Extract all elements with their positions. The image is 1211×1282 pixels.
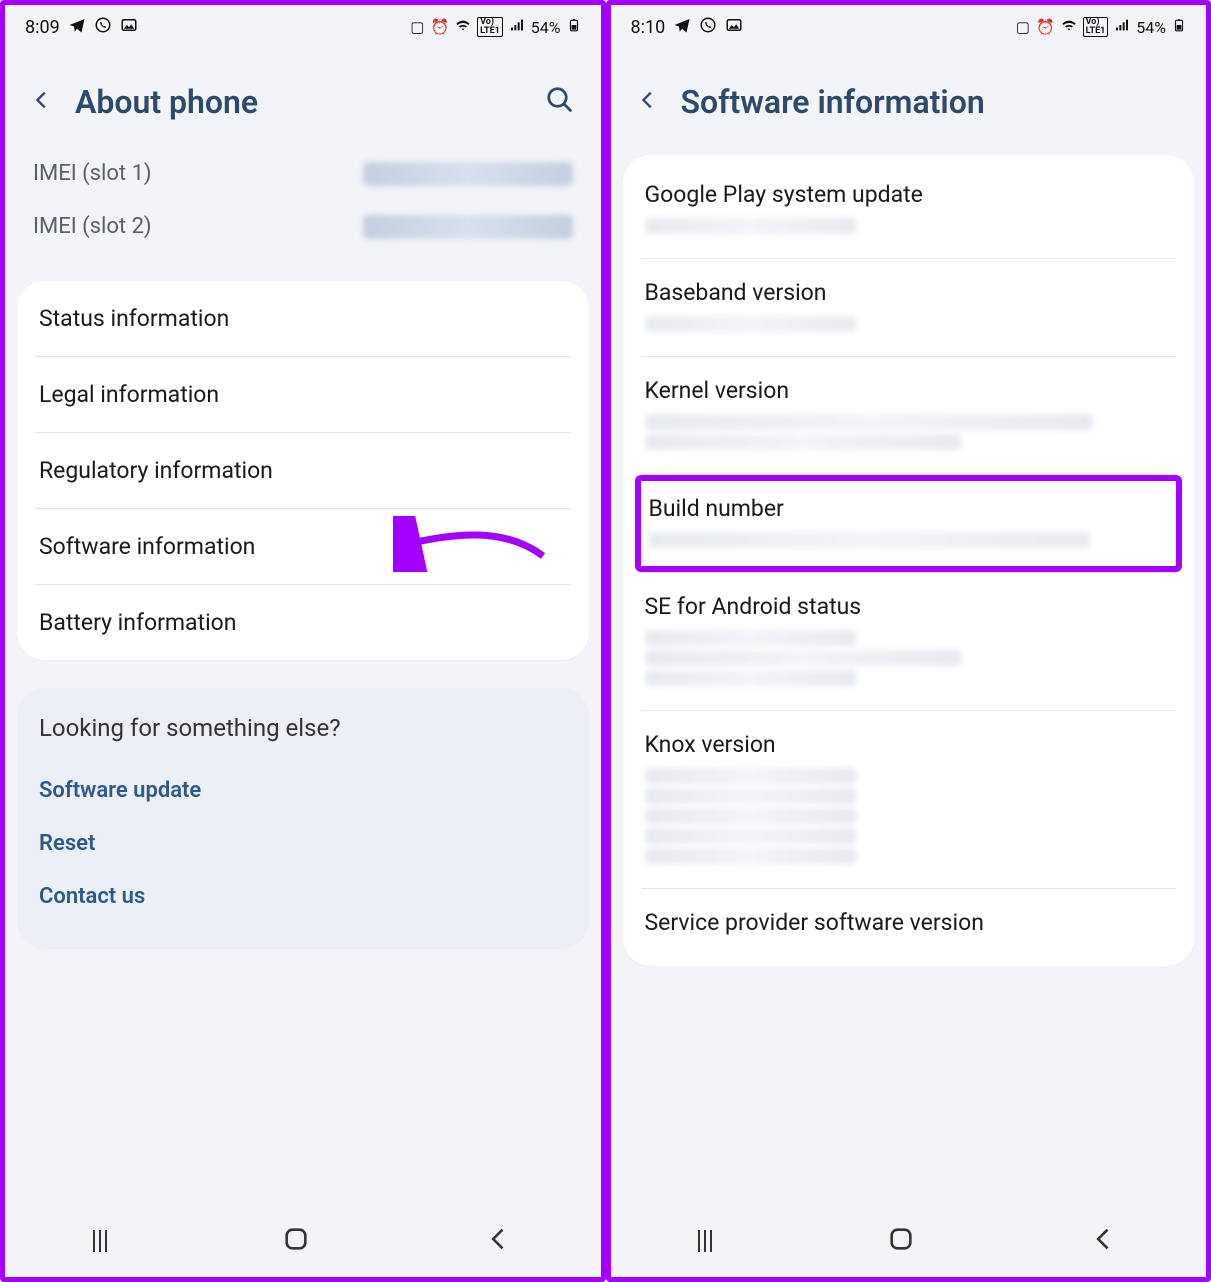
menu-label: Legal information <box>39 381 219 408</box>
looking-for-card: Looking for something else? Software upd… <box>17 688 589 949</box>
value-redacted <box>645 630 856 646</box>
wifi-icon <box>455 17 471 37</box>
header: About phone <box>5 49 601 147</box>
item-knox-version[interactable]: Knox version <box>641 711 1177 889</box>
nav-back-icon[interactable] <box>485 1225 513 1257</box>
menu-item-software-info[interactable]: Software information <box>35 509 571 585</box>
info-title: Build number <box>649 495 1169 522</box>
imei-label: IMEI (slot 1) <box>33 161 152 186</box>
whatsapp-icon <box>699 16 717 39</box>
phone-left: 8:09 ▢ ⏰ Vo)LTE1 54% <box>0 0 606 1282</box>
item-kernel-version[interactable]: Kernel version <box>641 357 1177 475</box>
info-card: Google Play system update Baseband versi… <box>623 155 1195 966</box>
nav-bar <box>611 1205 1207 1277</box>
nav-recent-icon[interactable] <box>698 1230 712 1252</box>
annotation-arrow-icon <box>393 516 553 578</box>
item-service-provider-version[interactable]: Service provider software version <box>641 889 1177 966</box>
alarm-icon: ⏰ <box>430 18 449 36</box>
nav-home-icon[interactable] <box>887 1225 915 1257</box>
value-redacted <box>645 218 856 234</box>
value-redacted <box>645 808 856 824</box>
signal-icon <box>509 17 525 37</box>
link-software-update[interactable]: Software update <box>39 764 567 817</box>
status-bar: 8:09 ▢ ⏰ Vo)LTE1 54% <box>5 5 601 49</box>
status-time: 8:10 <box>631 17 666 38</box>
volte-icon: Vo)LTE1 <box>477 17 503 37</box>
telegram-icon <box>68 16 86 39</box>
menu-label: Software information <box>39 533 255 560</box>
nav-back-icon[interactable] <box>1090 1225 1118 1257</box>
search-icon[interactable] <box>545 85 575 119</box>
link-contact-us[interactable]: Contact us <box>39 870 567 923</box>
telegram-icon <box>673 16 691 39</box>
value-redacted <box>645 650 962 666</box>
link-reset[interactable]: Reset <box>39 817 567 870</box>
value-redacted <box>645 434 962 450</box>
info-title: Knox version <box>645 731 1173 758</box>
imei-row[interactable]: IMEI (slot 2) <box>33 200 573 253</box>
battery-saver-icon: ▢ <box>1016 18 1030 36</box>
item-build-number[interactable]: Build number <box>649 495 1169 548</box>
imei-block: IMEI (slot 1) IMEI (slot 2) <box>15 147 591 273</box>
nav-home-icon[interactable] <box>282 1225 310 1257</box>
signal-icon <box>1114 17 1130 37</box>
nav-bar <box>5 1205 601 1277</box>
status-time: 8:09 <box>25 17 60 38</box>
nav-recent-icon[interactable] <box>93 1230 107 1252</box>
phone-right: 8:10 ▢ ⏰ Vo)LTE1 54% Software informatio… <box>606 0 1211 1282</box>
alarm-icon: ⏰ <box>1036 18 1055 36</box>
imei-label: IMEI (slot 2) <box>33 214 152 239</box>
status-bar: 8:10 ▢ ⏰ Vo)LTE1 54% <box>611 5 1207 49</box>
header: Software information <box>611 49 1207 147</box>
info-title: Google Play system update <box>645 181 1173 208</box>
imei-row[interactable]: IMEI (slot 1) <box>33 147 573 200</box>
value-redacted <box>645 848 856 864</box>
value-redacted <box>649 532 1091 548</box>
back-icon[interactable] <box>637 85 659 119</box>
menu-item-battery-info[interactable]: Battery information <box>35 585 571 660</box>
imei-value-redacted <box>363 162 573 186</box>
info-title: Baseband version <box>645 279 1173 306</box>
battery-percent: 54% <box>531 18 561 37</box>
imei-value-redacted <box>363 215 573 239</box>
volte-icon: Vo)LTE1 <box>1083 17 1109 37</box>
menu-label: Battery information <box>39 609 237 636</box>
menu-item-regulatory-info[interactable]: Regulatory information <box>35 433 571 509</box>
value-redacted <box>645 670 856 686</box>
info-title: Kernel version <box>645 377 1173 404</box>
item-baseband-version[interactable]: Baseband version <box>641 259 1177 357</box>
battery-saver-icon: ▢ <box>410 18 424 36</box>
item-se-android-status[interactable]: SE for Android status <box>641 572 1177 711</box>
battery-icon <box>1172 16 1186 38</box>
info-title: Service provider software version <box>645 909 1173 936</box>
value-redacted <box>645 414 1093 430</box>
value-redacted <box>645 768 856 784</box>
highlight-build-number: Build number <box>635 475 1183 572</box>
wifi-icon <box>1061 17 1077 37</box>
value-redacted <box>645 788 856 804</box>
page-title: Software information <box>681 83 985 121</box>
page-title: About phone <box>75 83 258 121</box>
image-icon <box>725 16 743 39</box>
looking-title: Looking for something else? <box>39 714 567 742</box>
info-title: SE for Android status <box>645 593 1173 620</box>
value-redacted <box>645 828 856 844</box>
value-redacted <box>645 316 856 332</box>
whatsapp-icon <box>94 16 112 39</box>
image-icon <box>120 16 138 39</box>
menu-label: Regulatory information <box>39 457 273 484</box>
menu-label: Status information <box>39 305 229 332</box>
menu-item-status-info[interactable]: Status information <box>35 281 571 357</box>
battery-percent: 54% <box>1136 18 1166 37</box>
menu-card: Status information Legal information Reg… <box>17 281 589 660</box>
battery-icon <box>567 16 581 38</box>
back-icon[interactable] <box>31 85 53 119</box>
item-google-play-update[interactable]: Google Play system update <box>641 161 1177 259</box>
menu-item-legal-info[interactable]: Legal information <box>35 357 571 433</box>
